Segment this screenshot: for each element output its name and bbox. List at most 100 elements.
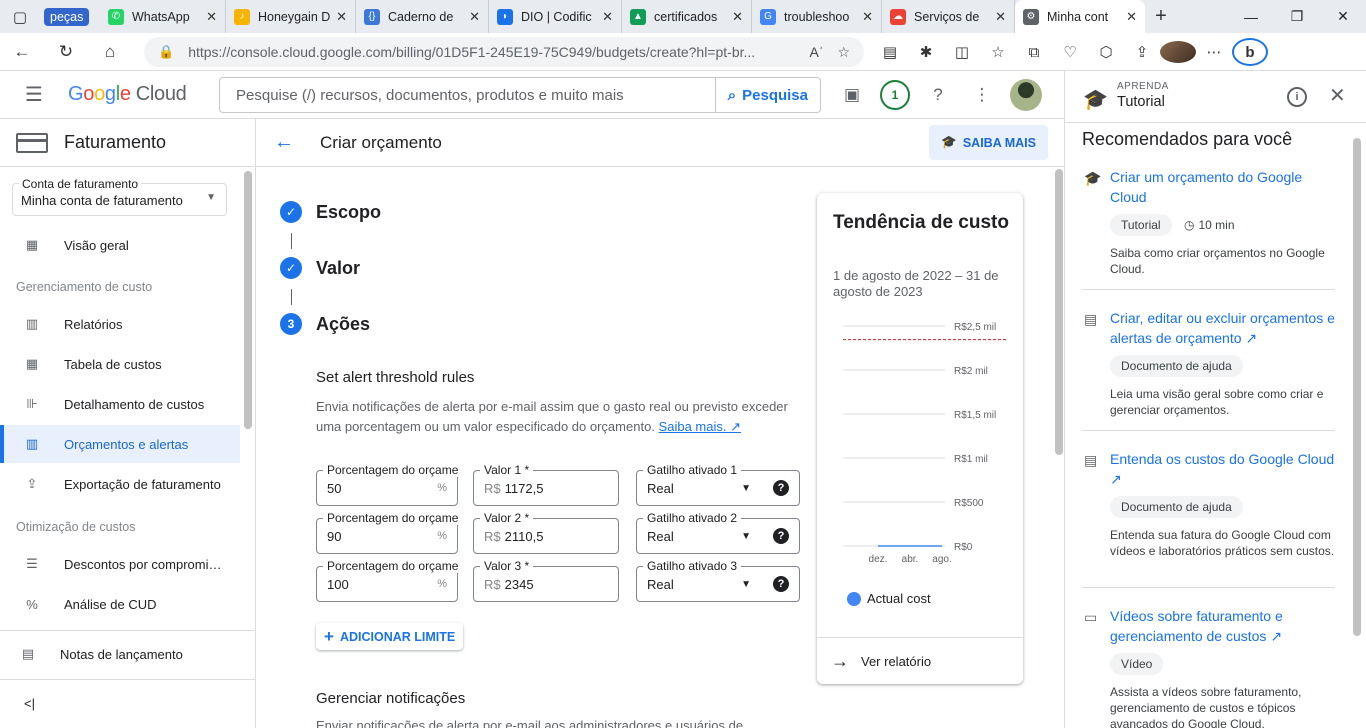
sidebar-item-analise-cud[interactable]: % Análise de CUD: [0, 585, 240, 623]
notifications-badge[interactable]: 1: [880, 80, 910, 110]
close-tab-icon[interactable]: ✕: [995, 9, 1006, 25]
drive-icon: ▲: [630, 8, 646, 25]
reading-view-icon[interactable]: ▤: [872, 43, 908, 61]
extensions-icon[interactable]: ✱: [908, 43, 944, 61]
amount-field[interactable]: Valor 1 * R$ 1172,5: [473, 463, 619, 506]
info-icon[interactable]: i: [1287, 87, 1307, 107]
collections-icon[interactable]: ⧉: [1016, 44, 1052, 61]
billing-account-select[interactable]: Conta de faturamento Minha conta de fatu…: [12, 177, 227, 216]
cloud-icon: ☁: [890, 8, 906, 25]
search-button[interactable]: ⌕ Pesquisa: [714, 78, 820, 112]
learn-more-link[interactable]: Saiba mais. ↗: [659, 419, 741, 434]
split-screen-icon[interactable]: ◫: [944, 43, 980, 61]
sidebar-item-tabela-custos[interactable]: ▦ Tabela de custos: [0, 345, 240, 383]
tab-group-pecas[interactable]: peças: [40, 0, 100, 33]
trigger-select[interactable]: Gatilho ativado 2 Real ▼ ?: [636, 511, 800, 554]
help-icon[interactable]: ?: [773, 480, 789, 496]
help-icon[interactable]: ?: [773, 528, 789, 544]
avatar[interactable]: [1010, 79, 1042, 111]
add-threshold-button[interactable]: + ADICIONAR LIMITE: [316, 623, 464, 650]
sidebar-item-label: Orçamentos e alertas: [64, 436, 189, 452]
tab-troubleshoot[interactable]: Gtroubleshoo ✕: [752, 0, 882, 33]
step-acoes[interactable]: 3 Ações: [280, 313, 370, 335]
amount-field[interactable]: Valor 2 * R$ 2110,5: [473, 511, 619, 554]
tutorial-scrollbar[interactable]: [1353, 138, 1361, 636]
bing-chat-icon[interactable]: b: [1232, 38, 1268, 66]
share-icon[interactable]: ⇪: [1124, 43, 1160, 61]
sidebar-scrollbar[interactable]: [244, 171, 252, 429]
more-vert-icon[interactable]: ⋮: [966, 79, 998, 111]
step-label: Valor: [316, 257, 361, 278]
help-icon[interactable]: ?: [922, 79, 954, 111]
duration: ◷ 10 min: [1184, 218, 1235, 232]
browser-essentials-icon[interactable]: ⬡: [1088, 43, 1124, 61]
tab-certificados[interactable]: ▲ certificados ✕: [622, 0, 752, 33]
learn-more-button[interactable]: 🎓 SAIBA MAIS: [929, 125, 1048, 160]
menu-icon[interactable]: ☰: [0, 71, 68, 119]
tab-whatsapp[interactable]: ✆ WhatsApp ✕: [100, 0, 226, 33]
search-box[interactable]: Pesquise (/) recursos, documentos, produ…: [219, 77, 821, 113]
close-tab-icon[interactable]: ✕: [206, 9, 217, 25]
school-icon: 🎓: [1083, 89, 1108, 111]
google-cloud-logo[interactable]: Google Cloud: [68, 83, 187, 106]
url-field[interactable]: 🔒 https://console.cloud.google.com/billi…: [144, 37, 864, 67]
percentage-field[interactable]: Porcentagem do orçamento 100 %: [316, 559, 459, 602]
close-tab-icon[interactable]: ✕: [602, 9, 613, 25]
step-valor[interactable]: ✓ Valor: [280, 257, 360, 279]
trigger-select[interactable]: Gatilho ativado 1 Real ▼ ?: [636, 463, 800, 506]
percentage-field[interactable]: Porcentagem do orçamento 50 %: [316, 463, 459, 506]
home-icon[interactable]: ⌂: [88, 33, 132, 71]
new-tab-button[interactable]: +: [1145, 5, 1177, 28]
sidebar-item-orcamentos[interactable]: ▥ Orçamentos e alertas: [0, 425, 240, 463]
sidebar-item-descontos[interactable]: ☰ Descontos por compromi…: [0, 545, 240, 583]
sidebar-item-visao-geral[interactable]: ▦ Visão geral: [0, 226, 240, 264]
sidebar-item-relatorios[interactable]: ▥ Relatórios: [0, 305, 240, 343]
sidebar-item-exportacao[interactable]: ⇪ Exportação de faturamento: [0, 465, 240, 503]
close-tab-icon[interactable]: ✕: [862, 9, 873, 25]
minimize-icon[interactable]: —: [1228, 0, 1274, 33]
view-report-link[interactable]: → Ver relatório: [817, 637, 1023, 684]
profile-icon[interactable]: [1160, 41, 1196, 63]
tab-dio[interactable]: ◗ DIO | Codific ✕: [489, 0, 622, 33]
sidebar-item-notas[interactable]: ▤ Notas de lançamento: [0, 635, 240, 673]
tab-label: Minha cont: [1047, 9, 1109, 24]
collapse-sidebar-button[interactable]: <|: [0, 684, 240, 722]
tab-actions-icon[interactable]: ▢: [0, 0, 40, 33]
more-menu-icon[interactable]: ⋯: [1196, 43, 1232, 61]
favorite-star-icon[interactable]: ☆: [837, 44, 850, 61]
help-icon[interactable]: ?: [773, 576, 789, 592]
read-aloud-icon[interactable]: Aʾ: [809, 44, 823, 61]
close-tab-icon[interactable]: ✕: [336, 9, 347, 25]
amount-field[interactable]: Valor 3 * R$ 2345: [473, 559, 619, 602]
threshold-section-title: Set alert threshold rules: [316, 369, 475, 386]
step-escopo[interactable]: ✓ Escopo: [280, 201, 381, 223]
tutorial-item-link[interactable]: Criar, editar ou excluir orçamentos e al…: [1110, 308, 1336, 348]
back-icon[interactable]: ←: [0, 33, 44, 71]
reload-icon[interactable]: ↻: [44, 33, 88, 71]
search-input[interactable]: Pesquise (/) recursos, documentos, produ…: [220, 87, 715, 104]
tutorial-item-link[interactable]: Vídeos sobre faturamento e gerenciamento…: [1110, 606, 1336, 646]
tutorial-item-link[interactable]: Criar um orçamento do Google Cloud: [1110, 167, 1336, 207]
performance-icon[interactable]: ♡: [1052, 43, 1088, 61]
sidebar-item-detalhamento[interactable]: ⊪ Detalhamento de custos: [0, 385, 240, 423]
close-tab-icon[interactable]: ✕: [732, 9, 743, 25]
close-tab-icon[interactable]: ✕: [469, 9, 480, 25]
back-arrow-icon[interactable]: ←: [256, 131, 312, 154]
favorites-icon[interactable]: ☆: [980, 43, 1016, 61]
billing-sidebar: Faturamento Conta de faturamento Minha c…: [0, 119, 256, 728]
tab-caderno[interactable]: {} Caderno de ✕: [356, 0, 489, 33]
main-scrollbar[interactable]: [1055, 169, 1063, 455]
tab-honeygain[interactable]: ♪ Honeygain D ✕: [226, 0, 356, 33]
trigger-select[interactable]: Gatilho ativado 3 Real ▼ ?: [636, 559, 800, 602]
lock-icon[interactable]: 🔒: [158, 44, 174, 60]
tab-servicos[interactable]: ☁ Serviços de ✕: [882, 0, 1015, 33]
percentage-field[interactable]: Porcentagem do orçamento 90 %: [316, 511, 459, 554]
maximize-icon[interactable]: ❐: [1274, 0, 1320, 33]
tab-minha-conta[interactable]: ⚙ Minha cont ✕: [1015, 0, 1145, 33]
close-tab-icon[interactable]: ✕: [1126, 9, 1137, 25]
cloud-shell-icon[interactable]: ▣: [836, 79, 868, 111]
tutorial-item-link[interactable]: Entenda os custos do Google Cloud ↗: [1110, 449, 1336, 489]
y-tick-label: R$2 mil: [954, 366, 988, 377]
close-window-icon[interactable]: ✕: [1320, 0, 1366, 33]
close-icon[interactable]: ✕: [1329, 83, 1346, 108]
